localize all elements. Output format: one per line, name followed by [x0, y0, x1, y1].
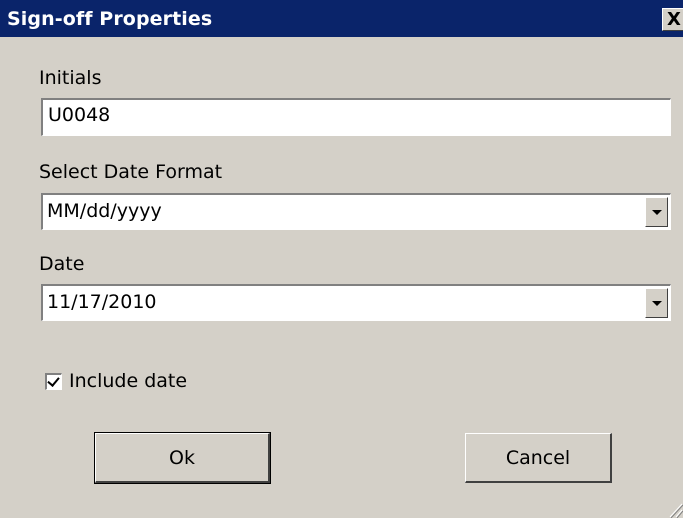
- date-format-value: MM/dd/yyyy: [47, 200, 162, 222]
- date-dropdown-button[interactable]: [645, 288, 668, 318]
- include-date-checkbox[interactable]: [45, 373, 62, 390]
- chevron-down-icon: [652, 210, 662, 215]
- chevron-down-icon: [652, 301, 662, 306]
- initials-input[interactable]: U0048: [41, 98, 671, 136]
- checkmark-icon: [47, 374, 60, 387]
- initials-label: Initials: [39, 67, 102, 89]
- date-format-label: Select Date Format: [39, 161, 223, 183]
- window-title: Sign-off Properties: [7, 8, 213, 30]
- date-select[interactable]: 11/17/2010: [41, 284, 671, 321]
- date-format-select[interactable]: MM/dd/yyyy: [41, 193, 671, 230]
- cancel-button[interactable]: Cancel: [465, 433, 612, 483]
- date-format-dropdown-button[interactable]: [645, 197, 668, 227]
- close-button[interactable]: X: [662, 8, 683, 31]
- close-icon: X: [667, 8, 681, 30]
- sign-off-properties-dialog: Sign-off Properties X Initials U0048 Sel…: [0, 0, 683, 518]
- date-label: Date: [39, 253, 85, 275]
- title-bar[interactable]: Sign-off Properties X: [0, 0, 683, 37]
- ok-button[interactable]: Ok: [94, 432, 271, 484]
- resize-grip-icon[interactable]: [666, 500, 683, 518]
- include-date-label[interactable]: Include date: [69, 370, 187, 392]
- date-value: 11/17/2010: [47, 291, 157, 313]
